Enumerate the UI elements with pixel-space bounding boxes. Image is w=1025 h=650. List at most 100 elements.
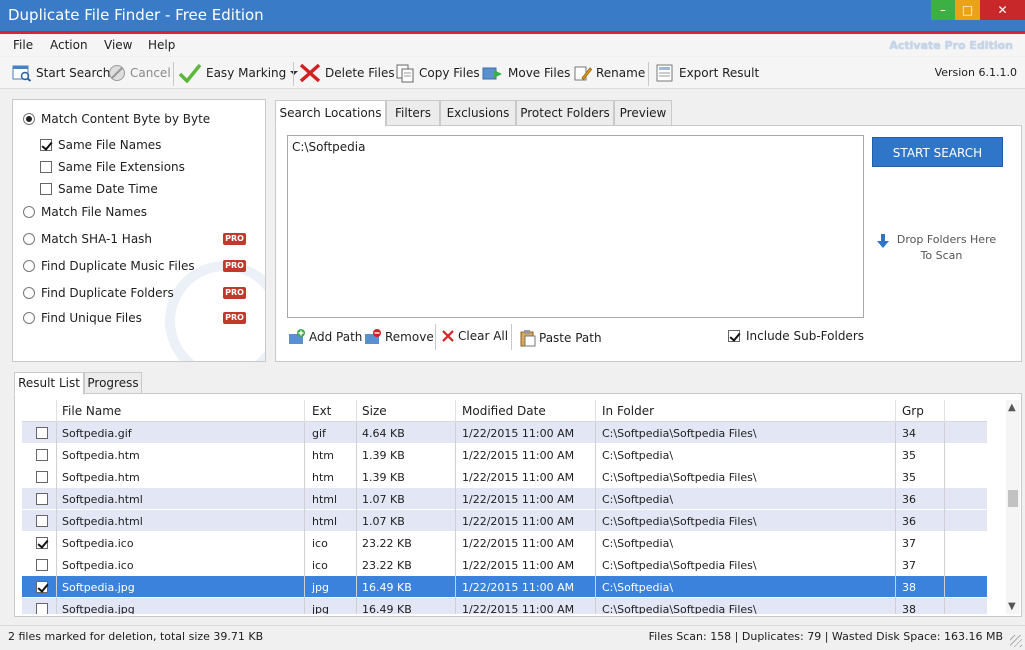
export-result-button[interactable]: Export Result — [655, 64, 759, 82]
search-paths-list[interactable]: C:\Softpedia — [287, 135, 864, 318]
menu-action[interactable]: Action — [50, 38, 88, 52]
col-file-name[interactable]: File Name — [62, 404, 121, 418]
toolbar-separator — [293, 62, 294, 86]
tab-preview[interactable]: Preview — [614, 100, 672, 126]
rename-label: Rename — [596, 66, 646, 80]
copy-files-label: Copy Files — [419, 66, 480, 80]
clear-all-button[interactable]: Clear All — [441, 329, 508, 343]
table-row[interactable]: Softpedia.ico ico 23.22 KB 1/22/2015 11:00 … — [22, 532, 987, 554]
delete-files-button[interactable]: Delete Files — [299, 63, 395, 83]
row-checkbox[interactable] — [36, 581, 48, 593]
checkbox[interactable] — [40, 183, 52, 195]
start-search-button[interactable]: Start Search — [12, 64, 110, 82]
same-file-extensions-option[interactable]: Same File Extensions — [40, 160, 185, 174]
cell-separator — [944, 444, 945, 466]
col-grp[interactable]: Grp — [902, 404, 924, 418]
maximize-button[interactable]: □ — [955, 0, 980, 20]
same-date-time-label: Same Date Time — [58, 182, 158, 196]
scroll-up-icon[interactable]: ▲ — [1008, 402, 1016, 413]
cell-size: 4.64 KB — [362, 427, 405, 440]
remove-button[interactable]: Remove — [364, 329, 434, 345]
tab-filters[interactable]: Filters — [386, 100, 440, 126]
scroll-down-icon[interactable]: ▼ — [1008, 601, 1016, 612]
table-row[interactable]: Softpedia.html html 1.07 KB 1/22/2015 11:00… — [22, 488, 987, 510]
version-label: Version 6.1.1.0 — [934, 66, 1017, 79]
table-row[interactable]: Softpedia.ico ico 23.22 KB 1/22/2015 11:00 … — [22, 554, 987, 576]
minimize-button[interactable]: – — [931, 0, 955, 20]
scroll-thumb[interactable] — [1008, 490, 1018, 507]
move-files-label: Move Files — [508, 66, 571, 80]
table-row[interactable]: Softpedia.htm htm 1.39 KB 1/22/2015 11:00 A… — [22, 444, 987, 466]
same-date-time-option[interactable]: Same Date Time — [40, 182, 158, 196]
row-checkbox[interactable] — [36, 493, 48, 505]
row-checkbox[interactable] — [36, 471, 48, 483]
checkbox-checked[interactable] — [40, 139, 52, 151]
tab-progress[interactable]: Progress — [84, 372, 142, 394]
rename-button[interactable]: Rename — [574, 64, 645, 82]
row-checkbox[interactable] — [36, 559, 48, 571]
cell-separator — [304, 444, 305, 466]
checkbox[interactable] — [40, 161, 52, 173]
paste-path-button[interactable]: Paste Path — [520, 329, 602, 347]
find-unique-label: Find Unique Files — [41, 311, 142, 325]
table-row[interactable]: Softpedia.jpg jpg 16.49 KB 1/22/2015 11:00 … — [22, 576, 987, 598]
row-checkbox[interactable] — [36, 603, 48, 614]
match-file-names-option[interactable]: Match File Names — [23, 205, 147, 219]
table-row[interactable]: Softpedia.html html 1.07 KB 1/22/2015 11:00… — [22, 510, 987, 532]
cell-separator — [356, 510, 357, 532]
checkbox-checked[interactable] — [728, 330, 740, 342]
cell-name: Softpedia.htm — [62, 449, 140, 462]
cell-date: 1/22/2015 11:00 AM — [462, 581, 575, 594]
col-ext[interactable]: Ext — [312, 404, 331, 418]
cell-date: 1/22/2015 11:00 AM — [462, 471, 575, 484]
radio[interactable] — [23, 233, 35, 245]
move-files-button[interactable]: Move Files — [482, 64, 570, 82]
radio[interactable] — [23, 312, 35, 324]
cell-separator — [944, 422, 945, 444]
match-sha1-option[interactable]: Match SHA-1 Hash — [23, 232, 152, 246]
menu-file[interactable]: File — [13, 38, 33, 52]
radio-selected[interactable] — [23, 113, 35, 125]
add-folder-icon — [289, 329, 305, 344]
col-size[interactable]: Size — [362, 404, 387, 418]
table-row[interactable]: Softpedia.jpg jpg 16.49 KB 1/22/2015 11:00 … — [22, 598, 987, 614]
easy-marking-button[interactable]: Easy Marking — [178, 63, 299, 83]
table-row[interactable]: Softpedia.gif gif 4.64 KB 1/22/2015 11:00 A… — [22, 422, 987, 444]
cell-separator — [895, 532, 896, 554]
menu-view[interactable]: View — [104, 38, 132, 52]
status-scan-stats: Files Scan: 158 | Duplicates: 79 | Waste… — [648, 630, 1003, 643]
find-folders-option[interactable]: Find Duplicate Folders — [23, 286, 174, 300]
col-in-folder[interactable]: In Folder — [602, 404, 654, 418]
tab-result-list[interactable]: Result List — [14, 372, 84, 395]
vertical-scrollbar[interactable]: ▲ ▼ — [1006, 400, 1020, 614]
row-checkbox[interactable] — [36, 537, 48, 549]
cell-separator — [895, 422, 896, 444]
tab-exclusions[interactable]: Exclusions — [440, 100, 516, 126]
search-path-item[interactable]: C:\Softpedia — [292, 140, 365, 154]
radio[interactable] — [23, 287, 35, 299]
tab-search-locations[interactable]: Search Locations — [275, 100, 386, 127]
column-separator — [356, 400, 357, 422]
menu-help[interactable]: Help — [148, 38, 175, 52]
cell-separator — [595, 598, 596, 614]
col-modified-date[interactable]: Modified Date — [462, 404, 546, 418]
resize-grip[interactable] — [1010, 635, 1022, 647]
radio[interactable] — [23, 260, 35, 272]
copy-files-button[interactable]: Copy Files — [395, 64, 480, 83]
add-path-button[interactable]: Add Path — [288, 329, 362, 345]
cancel-button[interactable]: Cancel — [108, 64, 171, 82]
radio[interactable] — [23, 206, 35, 218]
find-unique-option[interactable]: Find Unique Files — [23, 311, 142, 325]
row-checkbox[interactable] — [36, 515, 48, 527]
table-row[interactable]: Softpedia.htm htm 1.39 KB 1/22/2015 11:00 A… — [22, 466, 987, 488]
find-music-option[interactable]: Find Duplicate Music Files — [23, 259, 195, 273]
row-checkbox[interactable] — [36, 449, 48, 461]
same-file-names-option[interactable]: Same File Names — [40, 138, 161, 152]
close-button[interactable]: ✕ — [980, 0, 1025, 20]
tab-protect-folders[interactable]: Protect Folders — [516, 100, 614, 126]
start-search-big-button[interactable]: START SEARCH — [872, 137, 1003, 167]
row-checkbox[interactable] — [36, 427, 48, 439]
include-subfolders-option[interactable]: Include Sub-Folders — [728, 329, 864, 343]
match-content-option[interactable]: Match Content Byte by Byte — [23, 112, 210, 126]
activate-pro-link[interactable]: Activate Pro Edition — [889, 39, 1013, 52]
